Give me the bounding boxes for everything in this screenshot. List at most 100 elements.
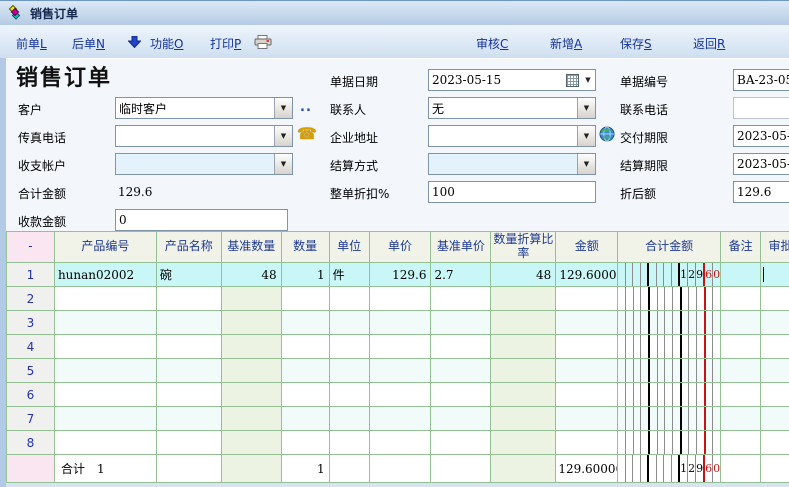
- doc-date-field[interactable]: 2023-05-15 ▼: [428, 69, 596, 91]
- row-number[interactable]: 1: [7, 263, 55, 287]
- functions-button[interactable]: 功能O: [150, 35, 183, 52]
- cell-base_price[interactable]: [431, 407, 491, 431]
- cell-ratio[interactable]: [491, 335, 556, 359]
- cell-ledger[interactable]: [618, 359, 721, 383]
- row-number[interactable]: 2: [7, 287, 55, 311]
- cell-name[interactable]: [157, 335, 222, 359]
- cell-ratio[interactable]: [491, 383, 556, 407]
- cell-amount[interactable]: [556, 311, 618, 335]
- cell-remark[interactable]: [721, 431, 761, 455]
- cell-code[interactable]: [55, 335, 157, 359]
- cell-code[interactable]: [55, 407, 157, 431]
- cell-unit[interactable]: [330, 311, 370, 335]
- cell-ratio[interactable]: [491, 311, 556, 335]
- cell-ratio[interactable]: [491, 287, 556, 311]
- cell-amount[interactable]: [556, 335, 618, 359]
- save-button[interactable]: 保存S: [620, 35, 652, 52]
- cell-approve[interactable]: [761, 311, 789, 335]
- cell-base_qty[interactable]: [222, 311, 282, 335]
- cell-qty[interactable]: [282, 407, 330, 431]
- prev-doc-button[interactable]: 前单L: [16, 35, 47, 52]
- company-address-dropdown-arrow[interactable]: ▼: [577, 126, 595, 146]
- audit-button[interactable]: 审核C: [476, 35, 508, 52]
- cell-code[interactable]: [55, 431, 157, 455]
- cell-remark[interactable]: [721, 335, 761, 359]
- cell-amount[interactable]: [556, 383, 618, 407]
- cell-price[interactable]: 129.6: [370, 263, 432, 287]
- cell-name[interactable]: [157, 311, 222, 335]
- cell-remark[interactable]: [721, 383, 761, 407]
- cell-code[interactable]: hunan02002: [55, 263, 157, 287]
- phone-icon[interactable]: ☎: [297, 124, 317, 143]
- print-button[interactable]: 打印P: [210, 35, 241, 52]
- cell-price[interactable]: [370, 287, 432, 311]
- cell-base_qty[interactable]: [222, 383, 282, 407]
- contact-phone-field[interactable]: [733, 97, 789, 119]
- cell-ledger[interactable]: 12960: [618, 263, 721, 287]
- row-number[interactable]: 5: [7, 359, 55, 383]
- cell-approve[interactable]: [761, 335, 789, 359]
- cell-approve[interactable]: [761, 431, 789, 455]
- cell-approve[interactable]: [761, 383, 789, 407]
- cell-base_qty[interactable]: [222, 407, 282, 431]
- customer-more-button[interactable]: ..: [300, 100, 312, 115]
- cell-code[interactable]: [55, 311, 157, 335]
- cell-price[interactable]: [370, 407, 432, 431]
- pay-account-dropdown-arrow[interactable]: ▼: [274, 154, 292, 174]
- cell-amount[interactable]: [556, 359, 618, 383]
- globe-icon[interactable]: [599, 126, 615, 142]
- cell-amount[interactable]: [556, 287, 618, 311]
- cell-ratio[interactable]: [491, 431, 556, 455]
- doc-date-dropdown-arrow[interactable]: ▼: [581, 76, 595, 84]
- cell-remark[interactable]: [721, 359, 761, 383]
- cell-base_price[interactable]: [431, 335, 491, 359]
- cell-base_qty[interactable]: [222, 359, 282, 383]
- doc-no-field[interactable]: BA-23-05-15: [733, 69, 789, 91]
- down-arrow-icon[interactable]: [128, 36, 141, 48]
- delivery-deadline-field[interactable]: 2023-05-15: [733, 125, 789, 147]
- row-number[interactable]: 8: [7, 431, 55, 455]
- cell-remark[interactable]: [721, 407, 761, 431]
- cell-ledger[interactable]: [618, 287, 721, 311]
- settle-method-dropdown-arrow[interactable]: ▼: [577, 154, 595, 174]
- cell-unit[interactable]: 件: [330, 263, 370, 287]
- cell-base_price[interactable]: [431, 383, 491, 407]
- contact-combo[interactable]: 无 ▼: [428, 97, 596, 119]
- cell-remark[interactable]: [721, 263, 761, 287]
- cell-qty[interactable]: [282, 383, 330, 407]
- contact-dropdown-arrow[interactable]: ▼: [577, 98, 595, 118]
- cell-remark[interactable]: [721, 287, 761, 311]
- cell-base_qty[interactable]: [222, 287, 282, 311]
- cell-code[interactable]: [55, 383, 157, 407]
- cell-unit[interactable]: [330, 359, 370, 383]
- cell-unit[interactable]: [330, 287, 370, 311]
- cell-unit[interactable]: [330, 407, 370, 431]
- cell-base_price[interactable]: [431, 311, 491, 335]
- cell-name[interactable]: [157, 431, 222, 455]
- cell-price[interactable]: [370, 383, 432, 407]
- cell-price[interactable]: [370, 335, 432, 359]
- cell-price[interactable]: [370, 359, 432, 383]
- cell-qty[interactable]: [282, 359, 330, 383]
- settle-method-combo[interactable]: ▼: [428, 153, 596, 175]
- cell-ledger[interactable]: [618, 335, 721, 359]
- discount-pct-input[interactable]: 100: [428, 181, 596, 203]
- cell-code[interactable]: [55, 287, 157, 311]
- row-number[interactable]: 6: [7, 383, 55, 407]
- new-button[interactable]: 新增A: [550, 35, 582, 52]
- cell-qty[interactable]: [282, 311, 330, 335]
- fax-phone-combo[interactable]: ▼: [115, 125, 293, 147]
- cell-ratio[interactable]: [491, 359, 556, 383]
- cell-base_qty[interactable]: [222, 335, 282, 359]
- cell-approve[interactable]: [761, 359, 789, 383]
- cell-remark[interactable]: [721, 311, 761, 335]
- discounted-amount-field[interactable]: 129.6: [733, 181, 789, 203]
- fax-phone-dropdown-arrow[interactable]: ▼: [274, 126, 292, 146]
- cell-approve[interactable]: [761, 287, 789, 311]
- cell-ratio[interactable]: [491, 407, 556, 431]
- row-number[interactable]: 7: [7, 407, 55, 431]
- cell-qty[interactable]: 1: [282, 263, 330, 287]
- cell-name[interactable]: [157, 359, 222, 383]
- cell-price[interactable]: [370, 431, 432, 455]
- cell-name[interactable]: 碗: [157, 263, 222, 287]
